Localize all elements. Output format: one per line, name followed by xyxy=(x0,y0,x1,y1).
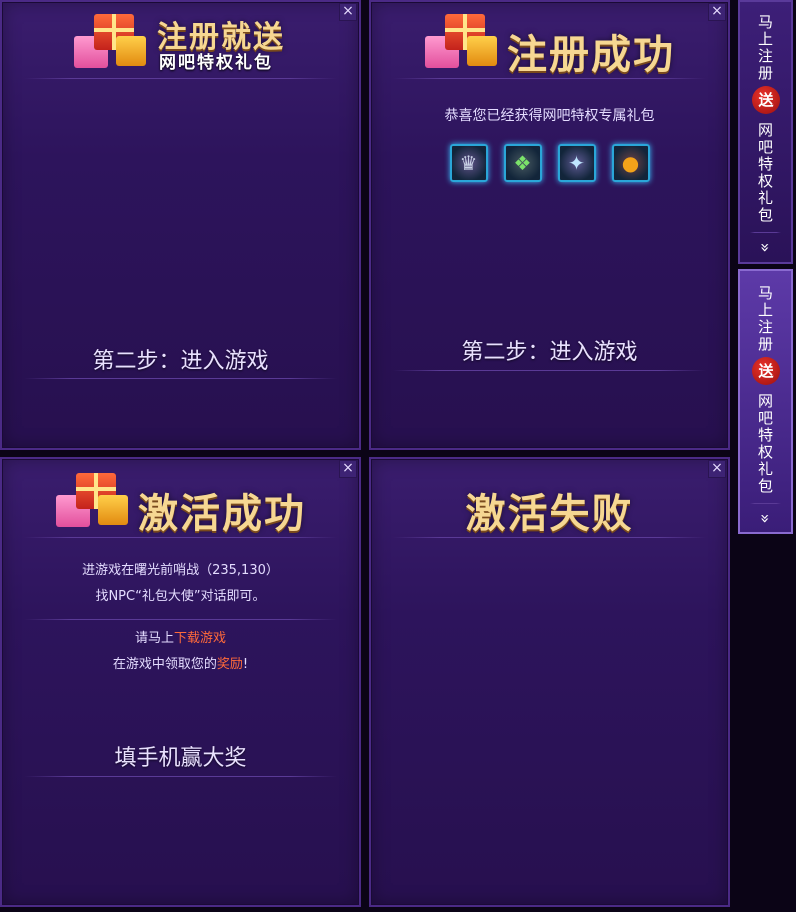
close-icon[interactable]: × xyxy=(708,460,726,478)
divider xyxy=(24,78,337,79)
chevron-down-icon[interactable]: » xyxy=(756,493,775,544)
gift-box-icon xyxy=(72,10,152,74)
close-icon[interactable]: × xyxy=(708,3,726,21)
gift-box-icon xyxy=(423,10,503,74)
ice-crystal-icon[interactable]: ✦ xyxy=(557,144,596,182)
divider xyxy=(24,776,337,777)
golden-orb-icon[interactable]: ● xyxy=(611,144,650,182)
side-tab-bottom-text: 网 吧 特 权 礼 包 xyxy=(757,121,773,224)
panel-title: 激活失败 xyxy=(465,491,634,537)
register-gift-side-tab[interactable]: 马 上 注 册 送 网 吧 特 权 礼 包 » xyxy=(738,0,793,264)
download-game-link[interactable]: 下载游戏 xyxy=(174,631,226,646)
panel-subtitle: 网吧特权礼包 xyxy=(159,53,273,73)
register-gift-side-tab-hover[interactable]: 马 上 注 册 送 网 吧 特 权 礼 包 » xyxy=(738,269,793,534)
divider xyxy=(24,537,337,538)
step-link[interactable]: 第二步：进入游戏 xyxy=(2,343,359,375)
phone-prize-link[interactable]: 填手机赢大奖 xyxy=(2,740,359,772)
side-tab-top-text: 马 上 注 册 xyxy=(757,284,773,353)
gift-box-icon xyxy=(54,469,134,533)
divider xyxy=(393,370,706,371)
instruction-line-1: 进游戏在曙光前哨战（235,130） xyxy=(82,563,279,578)
side-tab-bottom-text: 网 吧 特 权 礼 包 xyxy=(757,392,773,495)
gift-badge-icon: 送 xyxy=(752,357,780,385)
download-prompt: 请马上下载游戏 xyxy=(134,631,227,646)
divider xyxy=(393,78,706,79)
green-gem-icon[interactable]: ❖ xyxy=(503,144,542,182)
instruction-line-2: 找NPC“礼包大使”对话即可。 xyxy=(95,589,266,604)
reward-prompt: 在游戏中领取您的奖励! xyxy=(112,657,249,672)
activate-failed-panel: × 激活失败 xyxy=(369,457,730,907)
close-icon[interactable]: × xyxy=(339,460,357,478)
divider xyxy=(24,619,337,620)
panel-title: 注册成功 xyxy=(507,32,675,78)
chevron-down-icon[interactable]: » xyxy=(756,222,775,273)
register-gift-panel: × 注册就送 网吧特权礼包 第二步：进入游戏 xyxy=(0,0,361,450)
gift-badge-icon: 送 xyxy=(752,86,780,114)
side-tab-top-text: 马 上 注 册 xyxy=(757,13,773,82)
reward-link[interactable]: 奖励 xyxy=(217,657,243,672)
activate-success-panel: × 激活成功 进游戏在曙光前哨战（235,130） 找NPC“礼包大使”对话即可… xyxy=(0,457,361,907)
divider xyxy=(24,378,337,379)
crown-medal-icon[interactable]: ♛ xyxy=(449,144,488,182)
panel-title: 激活成功 xyxy=(138,491,306,537)
congrats-message: 恭喜您已经获得网吧特权专属礼包 xyxy=(444,108,655,124)
register-success-panel: × 注册成功 恭喜您已经获得网吧特权专属礼包 ♛ ❖ ✦ ● 第二步：进入游戏 xyxy=(369,0,730,450)
reward-items: ♛ ❖ ✦ ● xyxy=(371,144,728,182)
step-link[interactable]: 第二步：进入游戏 xyxy=(371,334,728,366)
close-icon[interactable]: × xyxy=(339,3,357,21)
divider xyxy=(393,537,706,538)
